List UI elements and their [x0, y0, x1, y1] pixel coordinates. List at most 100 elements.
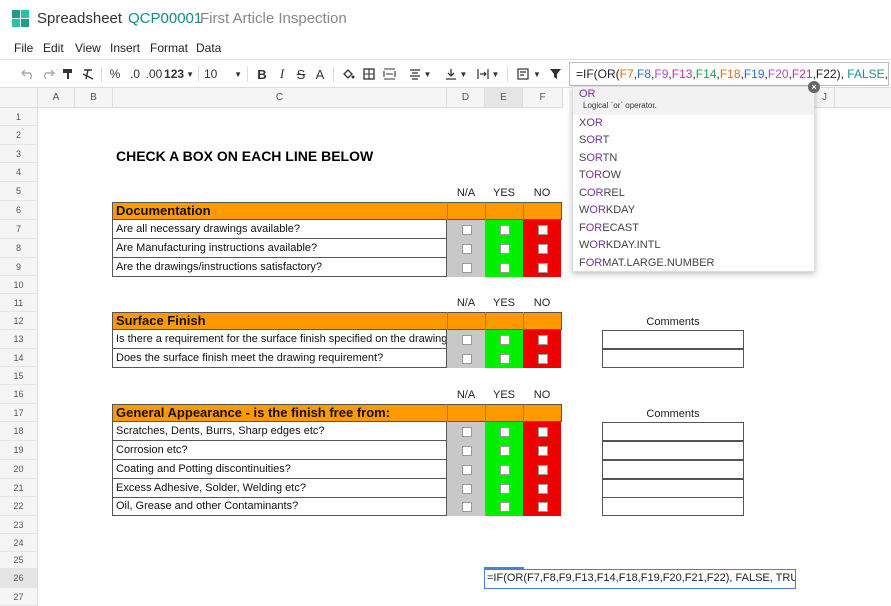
- checkbox[interactable]: [500, 484, 510, 494]
- row-header-12[interactable]: 12: [0, 312, 38, 330]
- checkbox[interactable]: [462, 484, 472, 494]
- checkbox[interactable]: [538, 263, 548, 273]
- checkbox[interactable]: [462, 446, 472, 456]
- checkbox[interactable]: [538, 225, 548, 235]
- row-header-26[interactable]: 26: [0, 569, 38, 588]
- row-header-3[interactable]: 3: [0, 145, 38, 163]
- checkbox[interactable]: [500, 427, 510, 437]
- checkbox[interactable]: [462, 263, 472, 273]
- number-format-dropdown[interactable]: 123 ▼: [164, 65, 194, 83]
- checkbox[interactable]: [538, 502, 548, 512]
- checkbox[interactable]: [538, 354, 548, 364]
- autocomplete-selected[interactable]: OR Logical `or` operator.: [573, 87, 814, 115]
- row-header-14[interactable]: 14: [0, 349, 38, 367]
- row-header-9[interactable]: 9: [0, 258, 38, 276]
- checkbox[interactable]: [462, 502, 472, 512]
- checkbox[interactable]: [462, 335, 472, 345]
- autocomplete-item[interactable]: XOR: [579, 117, 603, 129]
- text-wrap-dropdown[interactable]: ▼: [474, 65, 502, 83]
- comment-cell[interactable]: [602, 479, 744, 498]
- row-header-16[interactable]: 16: [0, 385, 38, 404]
- checkbox[interactable]: [500, 335, 510, 345]
- checkbox[interactable]: [462, 427, 472, 437]
- checkbox[interactable]: [500, 225, 510, 235]
- checkbox[interactable]: [500, 354, 510, 364]
- bold-button[interactable]: B: [254, 65, 270, 83]
- paint-format-icon[interactable]: [60, 65, 76, 83]
- comment-cell[interactable]: [602, 441, 744, 460]
- select-all-corner[interactable]: [0, 88, 38, 108]
- column-header-a[interactable]: A: [38, 88, 75, 108]
- autocomplete-item[interactable]: FORMAT.LARGE.NUMBER: [579, 257, 715, 269]
- row-header-17[interactable]: 17: [0, 404, 38, 422]
- menu-edit[interactable]: Edit: [43, 41, 64, 55]
- checkbox[interactable]: [500, 502, 510, 512]
- row-header-24[interactable]: 24: [0, 534, 38, 552]
- autocomplete-item[interactable]: TOROW: [579, 169, 621, 181]
- text-color-button[interactable]: A: [312, 65, 328, 83]
- percent-button[interactable]: %: [108, 65, 122, 83]
- clear-format-icon[interactable]: [80, 65, 96, 83]
- document-id[interactable]: QCP00001: [128, 10, 202, 27]
- strikethrough-button[interactable]: S: [293, 65, 309, 83]
- menu-format[interactable]: Format: [150, 41, 188, 55]
- row-header-1[interactable]: 1: [0, 108, 38, 126]
- increase-decimals-button[interactable]: .00: [145, 65, 163, 83]
- row-header-4[interactable]: 4: [0, 163, 38, 182]
- column-header-b[interactable]: B: [75, 88, 113, 108]
- menu-data[interactable]: Data: [196, 41, 221, 55]
- row-header-18[interactable]: 18: [0, 422, 38, 441]
- vertical-align-dropdown[interactable]: ▼: [440, 65, 472, 83]
- checkbox[interactable]: [538, 465, 548, 475]
- autocomplete-item[interactable]: SORTN: [579, 152, 617, 164]
- checkbox[interactable]: [500, 263, 510, 273]
- italic-button[interactable]: I: [274, 65, 290, 83]
- row-header-22[interactable]: 22: [0, 497, 38, 516]
- decrease-decimals-button[interactable]: .0: [127, 65, 143, 83]
- row-header-7[interactable]: 7: [0, 220, 38, 239]
- row-header-2[interactable]: 2: [0, 126, 38, 145]
- checkbox[interactable]: [462, 354, 472, 364]
- row-header-15[interactable]: 15: [0, 367, 38, 385]
- checkbox[interactable]: [538, 446, 548, 456]
- row-header-11[interactable]: 11: [0, 294, 38, 312]
- filter-icon[interactable]: [547, 65, 563, 83]
- comment-cell[interactable]: [602, 460, 744, 479]
- row-header-13[interactable]: 13: [0, 330, 38, 349]
- checkbox[interactable]: [538, 427, 548, 437]
- checkbox[interactable]: [538, 244, 548, 254]
- checkbox[interactable]: [462, 225, 472, 235]
- font-size-dropdown[interactable]: 10 ▼: [204, 65, 242, 83]
- menu-file[interactable]: File: [14, 41, 33, 55]
- autocomplete-item[interactable]: FORECAST: [579, 222, 639, 234]
- row-header-27[interactable]: 27: [0, 588, 38, 606]
- formula-bar[interactable]: =IF(OR(F7,F8,F9,F13,F14,F18,F19,F20,F21,…: [569, 62, 889, 86]
- row-header-6[interactable]: 6: [0, 201, 38, 220]
- menu-view[interactable]: View: [75, 41, 101, 55]
- row-header-20[interactable]: 20: [0, 460, 38, 479]
- close-icon[interactable]: ×: [808, 81, 820, 93]
- undo-icon[interactable]: [20, 65, 36, 83]
- row-header-25[interactable]: 25: [0, 552, 38, 569]
- row-header-5[interactable]: 5: [0, 182, 38, 201]
- row-header-10[interactable]: 10: [0, 276, 38, 294]
- column-header-d[interactable]: D: [447, 88, 485, 108]
- column-header-e[interactable]: E: [485, 88, 523, 108]
- autocomplete-item[interactable]: SORT: [579, 134, 609, 146]
- menu-insert[interactable]: Insert: [110, 41, 140, 55]
- borders-icon[interactable]: [361, 65, 377, 83]
- checkbox[interactable]: [538, 335, 548, 345]
- document-title[interactable]: First Article Inspection: [200, 10, 347, 27]
- column-header-f[interactable]: F: [523, 88, 563, 108]
- autocomplete-item[interactable]: WORKDAY.INTL: [579, 239, 661, 251]
- autocomplete-item[interactable]: CORREL: [579, 187, 625, 199]
- row-header-8[interactable]: 8: [0, 239, 38, 258]
- checkbox[interactable]: [538, 484, 548, 494]
- checkbox[interactable]: [462, 244, 472, 254]
- merge-cells-icon[interactable]: [381, 65, 397, 83]
- comment-cell[interactable]: [602, 422, 744, 441]
- comment-cell[interactable]: [602, 497, 744, 516]
- cell-editor[interactable]: =IF(OR(F7,F8,F9,F13,F14,F18,F19,F20,F21,…: [484, 569, 796, 589]
- conditional-format-dropdown[interactable]: ▼: [514, 65, 544, 83]
- checkbox[interactable]: [500, 465, 510, 475]
